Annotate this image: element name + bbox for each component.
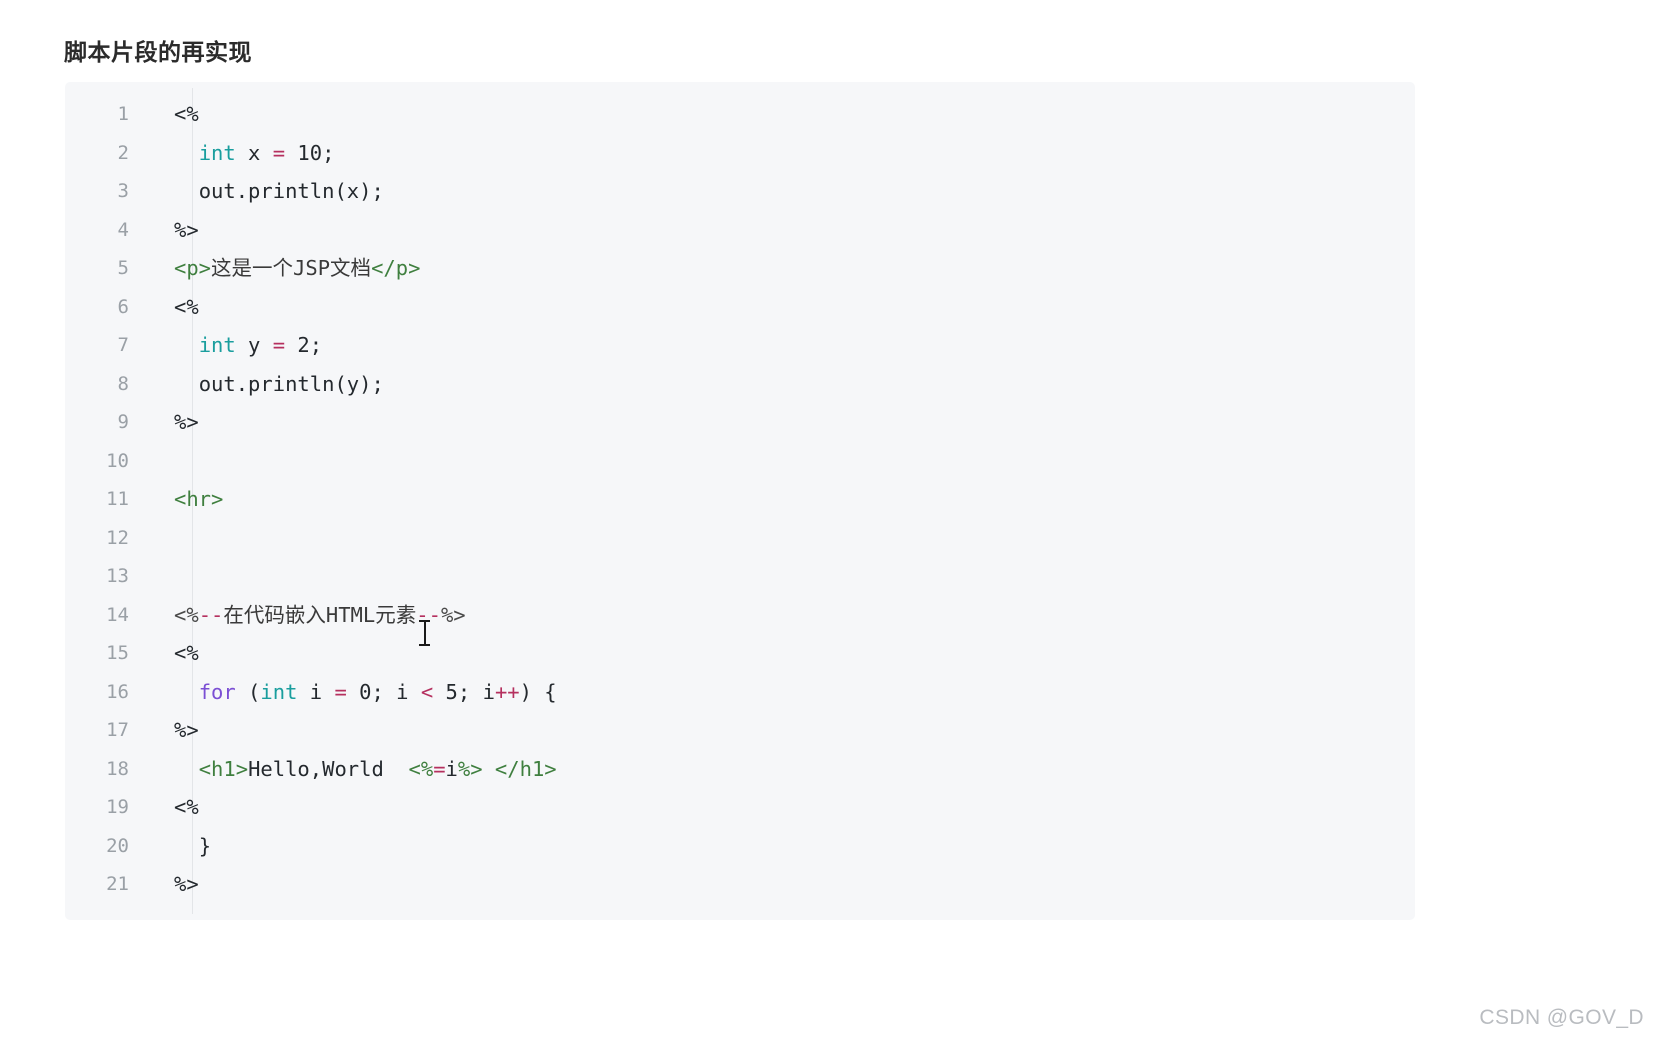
line-number: 16 xyxy=(106,680,129,703)
code-line-content[interactable]: <%--在代码嵌入HTML元素--%> xyxy=(157,596,1415,635)
line-number: 4 xyxy=(117,218,129,241)
gutter-spacer xyxy=(129,634,157,673)
gutter-spacer xyxy=(129,827,157,866)
code-line-content[interactable]: <% xyxy=(157,788,1415,827)
gutter-spacer xyxy=(129,519,157,558)
watermark: CSDN @GOV_D xyxy=(1479,1006,1644,1029)
code-line-content[interactable]: <h1>Hello,World <%=i%> </h1> xyxy=(157,750,1415,789)
line-number: 11 xyxy=(106,488,129,510)
code-line-row: 19 <% xyxy=(65,788,1415,827)
line-number: 12 xyxy=(106,526,129,549)
code-line-row: 12 xyxy=(65,519,1415,558)
code-line-content[interactable]: out.println(y); xyxy=(157,365,1415,404)
line-number: 7 xyxy=(117,334,129,356)
code-line-row: 6 <% xyxy=(65,288,1415,327)
line-number: 20 xyxy=(106,834,129,857)
gutter-spacer xyxy=(129,288,157,327)
line-number: 3 xyxy=(117,180,129,202)
code-line-row: 3 out.println(x); xyxy=(65,172,1415,211)
line-number: 2 xyxy=(117,141,129,164)
gutter-spacer xyxy=(129,95,157,134)
code-line-content[interactable]: out.println(x); xyxy=(157,172,1415,211)
gutter-spacer xyxy=(129,403,157,442)
gutter-spacer xyxy=(129,750,157,789)
code-lines-container: 1 <% 2 int x = 10; 3 out.println(x); 4 %… xyxy=(65,95,1415,904)
code-line-row: 1 <% xyxy=(65,95,1415,134)
page-title: 脚本片段的再实现 xyxy=(64,39,252,66)
code-line-row: 7 int y = 2; xyxy=(65,326,1415,365)
code-line-row: 20 } xyxy=(65,827,1415,866)
code-line-content[interactable]: int y = 2; xyxy=(157,326,1415,365)
line-number: 18 xyxy=(106,757,129,780)
code-line-content[interactable]: <p>这是一个JSP文档</p> xyxy=(157,249,1415,288)
code-line-content[interactable]: <% xyxy=(157,95,1415,134)
gutter-spacer xyxy=(129,442,157,481)
line-number: 15 xyxy=(106,642,129,664)
code-line-row: 16 for (int i = 0; i < 5; i++) { xyxy=(65,673,1415,712)
gutter-spacer xyxy=(129,480,157,519)
code-line-content[interactable]: <hr> xyxy=(157,480,1415,519)
code-line-row: 10 xyxy=(65,442,1415,481)
line-number: 19 xyxy=(106,796,129,818)
code-line-content[interactable]: int x = 10; xyxy=(157,134,1415,173)
code-line-row: 11 <hr> xyxy=(65,480,1415,519)
gutter-spacer xyxy=(129,326,157,365)
gutter-spacer xyxy=(129,134,157,173)
code-line-content[interactable]: <% xyxy=(157,288,1415,327)
line-number: 21 xyxy=(106,873,129,895)
code-line-content[interactable]: <% xyxy=(157,634,1415,673)
line-number: 9 xyxy=(117,411,129,433)
code-line-row: 9 %> xyxy=(65,403,1415,442)
line-number: 13 xyxy=(106,565,129,587)
line-number: 1 xyxy=(117,103,129,125)
code-line-content[interactable]: for (int i = 0; i < 5; i++) { xyxy=(157,673,1415,712)
gutter-spacer xyxy=(129,673,157,712)
line-number: 8 xyxy=(117,372,129,395)
code-line-content[interactable]: %> xyxy=(157,211,1415,250)
code-line-row: 13 xyxy=(65,557,1415,596)
gutter-spacer xyxy=(129,711,157,750)
line-number: 17 xyxy=(106,719,129,741)
code-line-row: 15 <% xyxy=(65,634,1415,673)
gutter-spacer xyxy=(129,172,157,211)
code-line-row: 8 out.println(y); xyxy=(65,365,1415,404)
line-number: 5 xyxy=(117,257,129,279)
code-line-content[interactable]: %> xyxy=(157,865,1415,904)
gutter-spacer xyxy=(129,788,157,827)
code-line-row: 14 <%--在代码嵌入HTML元素--%> xyxy=(65,596,1415,635)
gutter-spacer xyxy=(129,249,157,288)
gutter-spacer xyxy=(129,557,157,596)
line-number: 6 xyxy=(117,295,129,318)
code-line-row: 5 <p>这是一个JSP文档</p> xyxy=(65,249,1415,288)
line-number: 14 xyxy=(106,603,129,626)
code-line-content[interactable]: %> xyxy=(157,711,1415,750)
code-line-row: 21 %> xyxy=(65,865,1415,904)
code-line-row: 18 <h1>Hello,World <%=i%> </h1> xyxy=(65,750,1415,789)
gutter-spacer xyxy=(129,865,157,904)
code-line-row: 17 %> xyxy=(65,711,1415,750)
code-line-row: 4 %> xyxy=(65,211,1415,250)
gutter-spacer xyxy=(129,596,157,635)
code-line-content[interactable]: %> xyxy=(157,403,1415,442)
gutter-spacer xyxy=(129,211,157,250)
line-number: 10 xyxy=(106,449,129,472)
code-line-row: 2 int x = 10; xyxy=(65,134,1415,173)
gutter-spacer xyxy=(129,365,157,404)
code-line-content[interactable]: } xyxy=(157,827,1415,866)
code-block[interactable]: 1 <% 2 int x = 10; 3 out.println(x); 4 %… xyxy=(65,82,1415,920)
